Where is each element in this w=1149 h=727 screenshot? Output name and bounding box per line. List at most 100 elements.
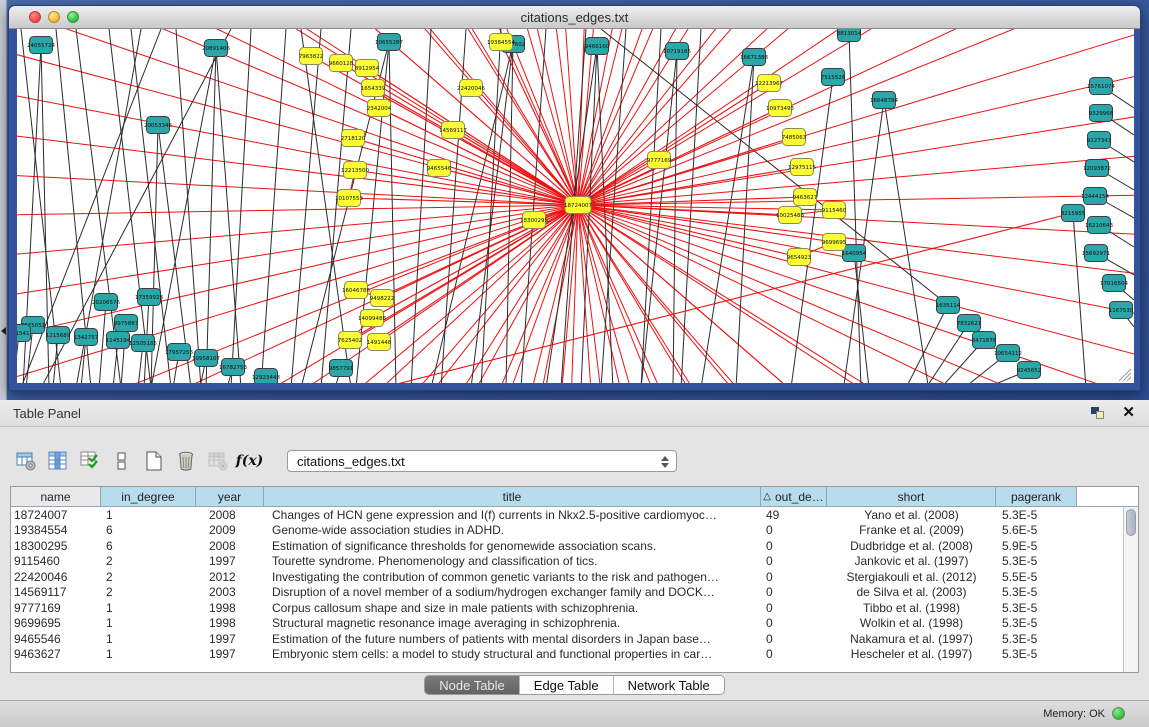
graph-node[interactable]: 1491448 [367,334,392,351]
graph-node[interactable]: 1167530 [1109,302,1134,319]
graph-node[interactable]: 12093872 [1083,160,1111,177]
function-builder-icon[interactable]: f(x) [238,450,261,473]
table-row[interactable]: 911546021997Tourette syndrome. Phenomeno… [11,554,1138,570]
tab-network-table[interactable]: Network Table [614,676,724,694]
citation-edge-black[interactable] [176,29,201,383]
table-row[interactable]: 1872400712008Changes of HCN gene express… [11,507,1138,523]
graph-node[interactable]: 7963822 [299,48,324,65]
scrollbar-thumb[interactable] [1126,509,1136,536]
citation-edge-black[interactable] [261,29,286,383]
graph-node[interactable]: 7515526 [821,69,846,86]
citation-edge-black[interactable] [906,305,948,383]
network-window-titlebar[interactable]: citations_edges.txt [9,6,1140,29]
table-row[interactable]: 1830029562008Estimation of significance … [11,538,1138,554]
graph-node[interactable]: 1342757 [74,329,99,346]
delete-rows-trash-icon[interactable] [174,450,197,473]
graph-node[interactable]: 10025488 [776,207,804,224]
column-header-year[interactable]: year [196,487,264,506]
graph-node[interactable]: 12923448 [252,369,280,384]
citation-edge-black[interactable] [701,57,754,383]
table-row[interactable]: 969969511998Structural magnetic resonanc… [11,616,1138,632]
citation-edge-black[interactable] [791,77,833,383]
table-row[interactable]: 1456911722003Disruption of a novel membe… [11,585,1138,601]
graph-node[interactable]: 10654112 [994,345,1022,362]
graph-node[interactable]: 2342004 [367,100,392,117]
column-header-in_degree[interactable]: in_degree [101,487,196,506]
column-header-short[interactable]: short [827,487,996,506]
graph-node[interactable]: 12975115 [788,159,816,176]
graph-node[interactable]: 14569117 [439,122,467,139]
graph-node[interactable]: 12505185 [129,335,157,352]
graph-node[interactable]: 16648784 [870,92,898,109]
graph-node[interactable]: 9329966 [1089,105,1114,122]
citation-edge-black[interactable] [854,253,869,383]
graph-node[interactable]: 1215689 [46,327,71,344]
graph-node[interactable]: 15751074 [1087,78,1115,95]
tab-edge-table[interactable]: Edge Table [520,676,614,694]
graph-node[interactable]: 10958107 [192,350,220,367]
vertical-scrollbar[interactable] [1123,507,1138,672]
citation-edge-black[interactable] [736,57,754,383]
column-header-pagerank[interactable]: pagerank [996,487,1077,506]
citation-edge-black[interactable] [216,48,241,383]
citation-edge-black[interactable] [206,48,216,383]
graph-node[interactable]: 9660128 [329,55,354,72]
citation-edge-black[interactable] [1073,213,1086,383]
citation-edge-black[interactable] [291,29,321,383]
rows-icon[interactable] [110,450,133,473]
graph-node[interactable]: 9498222 [370,290,395,307]
network-canvas[interactable]: 2405572420891406106552871527602946616010… [17,29,1134,383]
graph-node[interactable]: 7625402 [338,332,363,349]
graph-node[interactable]: 17016504 [1100,275,1128,292]
graph-node-hub[interactable]: 18724007 [564,197,592,214]
graph-node[interactable]: 9654923 [787,249,812,266]
graph-node[interactable]: 9975887 [114,315,139,332]
graph-node[interactable]: 20206576 [92,294,120,311]
close-panel-icon[interactable]: ✕ [1122,404,1135,422]
graph-node[interactable]: 7832621 [957,315,982,332]
citation-edge-red[interactable] [373,88,578,205]
graph-node[interactable]: 12213500 [341,162,369,179]
citation-edge-black[interactable] [849,33,861,383]
graph-node[interactable]: 2718120 [341,130,366,147]
graph-node[interactable]: 16671388 [740,49,768,66]
graph-node[interactable]: 9699695 [822,234,847,251]
table-import-icon[interactable] [78,450,101,473]
column-header-name[interactable]: name [11,487,101,506]
graph-node[interactable]: 8912954 [355,60,380,77]
expand-panel-arrow-icon[interactable] [1,327,6,335]
table-row[interactable]: 977716911998Corpus callosum shape and si… [11,600,1138,616]
graph-node[interactable]: 16210643 [1085,217,1113,234]
graph-node[interactable]: 15692971 [1082,245,1110,262]
graph-node[interactable]: 9245652 [1017,362,1042,379]
citation-edge-black[interactable] [231,29,251,383]
graph-node[interactable]: 9465546 [427,160,452,177]
graph-node[interactable]: 10973493 [766,100,794,117]
table-settings-icon[interactable] [14,450,37,473]
graph-node[interactable]: 14099488 [358,310,386,327]
citation-edge-black[interactable] [884,100,928,383]
table-row[interactable]: 946554611997Estimation of the future num… [11,631,1138,647]
table-browser-icon[interactable] [46,450,69,473]
graph-node[interactable]: 7485063 [782,129,807,146]
new-document-icon[interactable] [142,450,165,473]
float-panel-icon[interactable] [1091,407,1105,420]
graph-node[interactable]: 9466160 [585,38,610,55]
column-header-out_de[interactable]: △out_de… [761,487,827,506]
graph-node[interactable]: 9777169 [647,152,672,169]
graph-node[interactable]: 1654339 [361,80,386,97]
tab-node-table[interactable]: Node Table [425,676,520,694]
table-row[interactable]: 2242004622012Investigating the contribut… [11,569,1138,585]
graph-node[interactable]: 17957253 [165,344,193,361]
graph-node[interactable]: 18300295 [520,212,548,229]
graph-node[interactable]: 10107553 [335,190,363,207]
graph-node[interactable]: 20053346 [144,117,172,134]
graph-node[interactable]: 9115460 [822,202,847,219]
graph-node[interactable]: 12444154 [1081,188,1109,205]
graph-node[interactable]: 9463627 [793,189,818,206]
graph-node[interactable]: 16782753 [219,359,247,376]
graph-node[interactable]: 391541 [17,325,31,342]
graph-node[interactable]: 17359928 [135,289,163,306]
graph-node[interactable]: 8813014 [837,29,862,42]
graph-node[interactable]: 24055724 [27,37,55,54]
